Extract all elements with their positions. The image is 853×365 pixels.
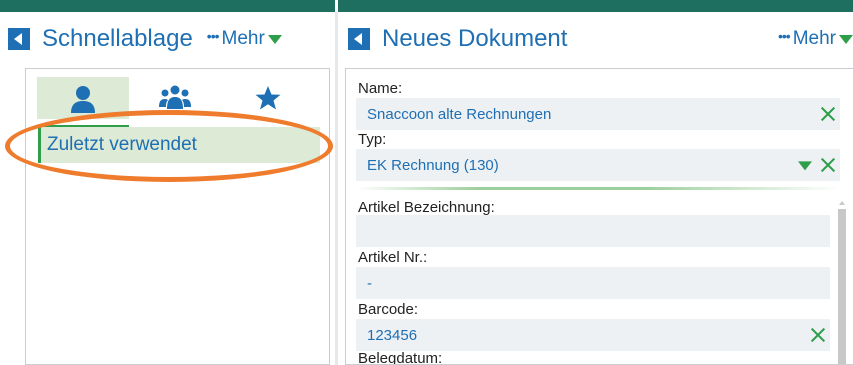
name-label: Name: — [358, 80, 403, 97]
scrollbar[interactable] — [837, 195, 847, 364]
artikel-bezeichnung-label: Artikel Bezeichnung: — [358, 199, 495, 216]
new-document-title: Neues Dokument — [382, 25, 568, 52]
group-icon — [159, 85, 191, 109]
schnellablage-header: Schnellablage ••• Mehr — [0, 14, 335, 64]
panel-divider — [335, 12, 338, 365]
typ-field[interactable]: EK Rechnung (130) — [356, 149, 840, 181]
more-label: Mehr — [792, 28, 836, 49]
tab-group[interactable] — [129, 77, 221, 119]
name-value: Snaccoon alte Rechnungen — [367, 105, 552, 123]
dropdown-icon[interactable] — [798, 161, 812, 171]
person-icon — [71, 86, 95, 113]
artikel-nr-field[interactable]: - — [356, 267, 830, 299]
scrollbar-thumb[interactable] — [838, 209, 846, 364]
chevron-down-icon — [267, 34, 282, 44]
new-document-header: Neues Dokument ••• Mehr — [338, 14, 853, 64]
barcode-value: 123456 — [367, 326, 418, 344]
back-arrow-icon[interactable] — [348, 28, 370, 50]
recently-used-item[interactable]: Zuletzt verwendet — [38, 127, 320, 163]
tab-bar — [26, 77, 329, 127]
belegdatum-label: Belegdatum: — [358, 350, 443, 365]
back-arrow-icon[interactable] — [8, 28, 30, 50]
scroll-up-icon[interactable] — [839, 201, 845, 205]
section-separator — [356, 187, 840, 190]
name-field[interactable]: Snaccoon alte Rechnungen — [356, 98, 840, 130]
new-document-panel: Name: Snaccoon alte Rechnungen Typ: EK R… — [345, 68, 853, 365]
tab-personal[interactable] — [37, 77, 129, 119]
clear-icon[interactable] — [820, 106, 836, 122]
tab-favorites[interactable] — [222, 77, 314, 119]
dots-icon: ••• — [206, 28, 220, 44]
typ-label: Typ: — [358, 131, 387, 148]
right-top-bar — [338, 0, 853, 12]
schnellablage-panel: Zuletzt verwendet — [25, 68, 330, 365]
top-strip — [0, 0, 853, 14]
barcode-field[interactable]: 123456 — [356, 319, 830, 351]
more-label: Mehr — [221, 28, 265, 49]
star-icon — [255, 86, 281, 110]
schnellablage-title: Schnellablage — [42, 25, 193, 52]
artikel-nr-value: - — [367, 274, 372, 292]
dots-icon: ••• — [777, 28, 791, 44]
left-top-bar — [0, 0, 335, 12]
typ-value: EK Rechnung (130) — [367, 156, 499, 174]
clear-icon[interactable] — [820, 157, 836, 173]
barcode-label: Barcode: — [358, 301, 419, 318]
artikel-nr-label: Artikel Nr.: — [358, 249, 428, 266]
more-button[interactable]: ••• Mehr — [207, 28, 282, 50]
clear-icon[interactable] — [810, 327, 826, 343]
more-button[interactable]: ••• Mehr — [778, 28, 853, 50]
artikel-bezeichnung-field[interactable] — [356, 215, 830, 247]
chevron-down-icon — [839, 34, 853, 44]
